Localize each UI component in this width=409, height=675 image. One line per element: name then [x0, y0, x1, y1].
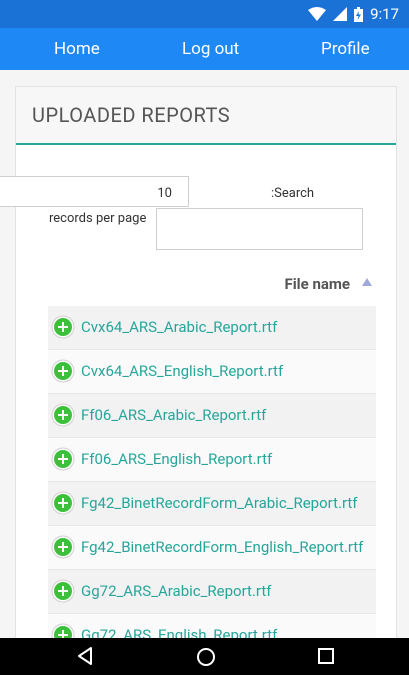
- back-icon[interactable]: [76, 647, 94, 665]
- expand-row-icon[interactable]: [51, 579, 75, 603]
- android-navigation-bar: [0, 638, 409, 675]
- table-body: Cvx64_ARS_Arabic_Report.rtf Cvx64_ARS_Eng…: [48, 306, 376, 638]
- column-header-file-name[interactable]: File name: [284, 275, 350, 293]
- app-nav-bar: Home Log out Profile: [0, 28, 409, 70]
- page-title: UPLOADED REPORTS: [32, 103, 231, 127]
- card-header: UPLOADED REPORTS: [16, 87, 396, 145]
- home-icon[interactable]: [196, 647, 216, 667]
- search-input[interactable]: [156, 208, 363, 250]
- battery-icon: [354, 6, 364, 22]
- status-bar: 9:17: [0, 0, 409, 28]
- table-row: Fg42_BinetRecordForm_Arabic_Report.rtf: [48, 482, 376, 526]
- records-per-page-select[interactable]: 10: [0, 176, 189, 207]
- file-link[interactable]: Gg72_ARS_Arabic_Report.rtf: [81, 582, 271, 600]
- table-header: File name: [48, 262, 376, 307]
- file-link[interactable]: Fg42_BinetRecordForm_Arabic_Report.rtf: [81, 494, 358, 512]
- expand-row-icon[interactable]: [51, 623, 75, 638]
- expand-row-icon[interactable]: [51, 447, 75, 471]
- table-row: Cvx64_ARS_English_Report.rtf: [48, 350, 376, 394]
- table-row: Gg72_ARS_Arabic_Report.rtf: [48, 570, 376, 614]
- nav-logout-link[interactable]: Log out: [182, 39, 239, 59]
- nav-profile-link[interactable]: Profile: [321, 39, 370, 59]
- table-row: Ff06_ARS_Arabic_Report.rtf: [48, 394, 376, 438]
- expand-row-icon[interactable]: [51, 491, 75, 515]
- recents-icon[interactable]: [317, 647, 335, 665]
- status-icons: 9:17: [308, 5, 399, 23]
- wifi-icon: [308, 7, 327, 21]
- nav-home-link[interactable]: Home: [54, 39, 100, 59]
- status-time: 9:17: [370, 5, 399, 23]
- expand-row-icon[interactable]: [51, 403, 75, 427]
- search-label: :Search: [271, 186, 315, 201]
- expand-row-icon[interactable]: [51, 315, 75, 339]
- expand-row-icon[interactable]: [51, 535, 75, 559]
- table-row: Cvx64_ARS_Arabic_Report.rtf: [48, 306, 376, 350]
- file-link[interactable]: Ff06_ARS_Arabic_Report.rtf: [81, 406, 266, 424]
- file-link[interactable]: Ff06_ARS_English_Report.rtf: [81, 450, 272, 468]
- file-link[interactable]: Gg72_ARS_English_Report.rtf: [81, 626, 277, 638]
- file-link[interactable]: Fg42_BinetRecordForm_English_Report.rtf: [81, 538, 363, 556]
- records-per-page-label: records per page: [49, 211, 147, 226]
- file-link[interactable]: Cvx64_ARS_Arabic_Report.rtf: [81, 318, 277, 336]
- table-row: Fg42_BinetRecordForm_English_Report.rtf: [48, 526, 376, 570]
- file-link[interactable]: Cvx64_ARS_English_Report.rtf: [81, 362, 283, 380]
- expand-row-icon[interactable]: [51, 359, 75, 383]
- table-row: Gg72_ARS_English_Report.rtf: [48, 614, 376, 638]
- signal-icon: [333, 7, 348, 21]
- table-row: Ff06_ARS_English_Report.rtf: [48, 438, 376, 482]
- sort-ascending-icon[interactable]: [362, 278, 372, 286]
